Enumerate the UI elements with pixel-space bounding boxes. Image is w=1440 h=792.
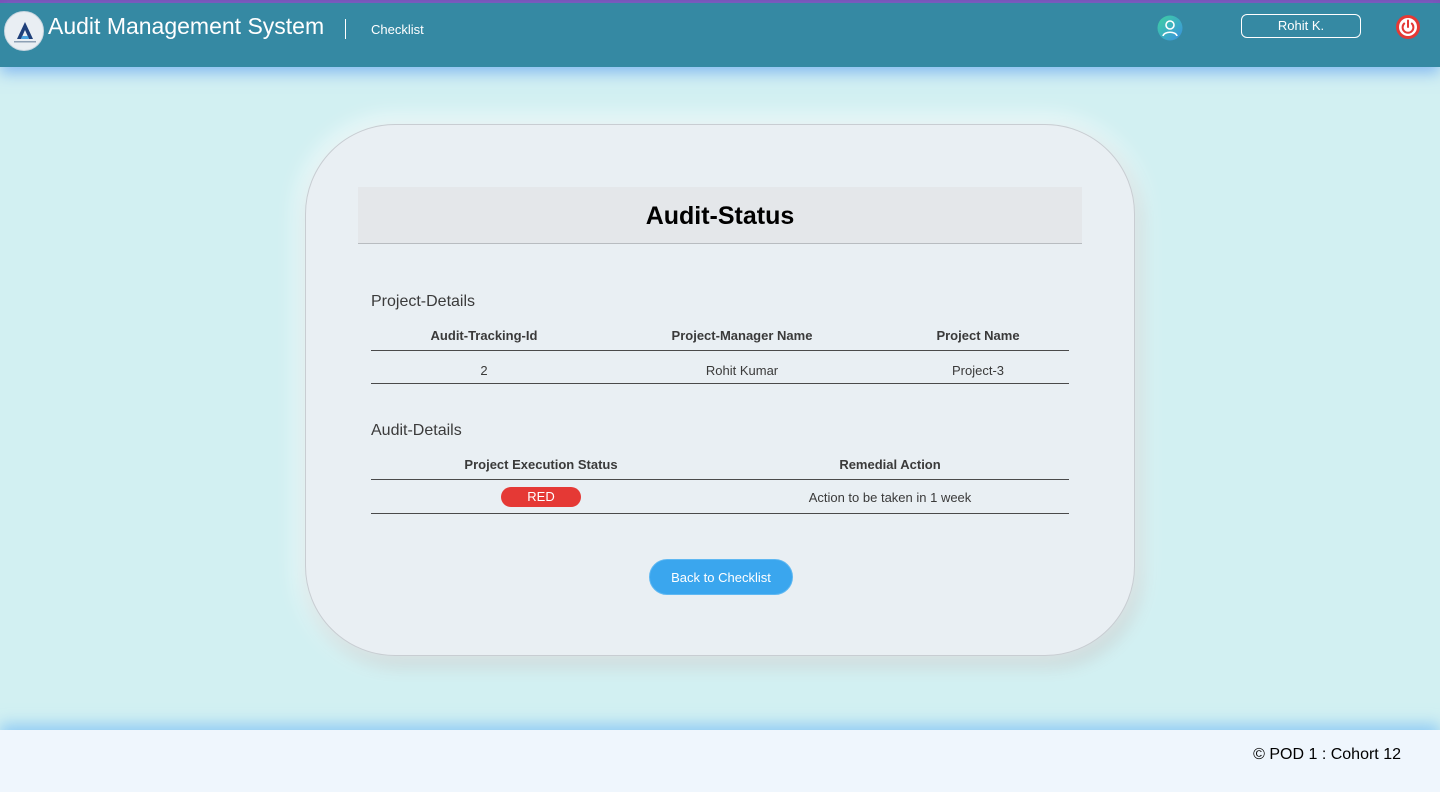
table-divider bbox=[371, 350, 1069, 351]
audit-details-heading: Audit-Details bbox=[371, 422, 462, 439]
column-header: Project-Manager Name bbox=[671, 328, 813, 343]
audit-status-card: Audit-Status Project-Details Audit-Track… bbox=[305, 124, 1135, 656]
power-icon[interactable] bbox=[1396, 15, 1420, 39]
back-to-checklist-button[interactable]: Back to Checklist bbox=[649, 559, 793, 595]
app-logo[interactable] bbox=[4, 11, 44, 51]
page-title: Audit-Status bbox=[645, 202, 795, 230]
project-name: Project-3 bbox=[951, 363, 1005, 378]
nav-link-checklist[interactable]: Checklist bbox=[371, 22, 424, 37]
table-divider bbox=[371, 383, 1069, 384]
status-cell: RED bbox=[371, 487, 711, 507]
nav-divider bbox=[345, 19, 346, 39]
column-header: Project Name bbox=[936, 328, 1020, 343]
column-header: Project Execution Status bbox=[464, 457, 618, 472]
project-details-heading: Project-Details bbox=[371, 293, 476, 310]
table-divider bbox=[371, 513, 1069, 514]
column-header: Audit-Tracking-Id bbox=[430, 328, 538, 343]
project-manager-name: Rohit Kumar bbox=[705, 363, 779, 378]
card-header: Audit-Status bbox=[358, 187, 1082, 244]
user-name-button[interactable]: Rohit K. bbox=[1241, 14, 1361, 38]
user-icon[interactable] bbox=[1157, 15, 1183, 41]
footer: © POD 1 : Cohort 12 bbox=[0, 730, 1440, 792]
logo-icon bbox=[14, 22, 36, 43]
audit-tracking-id: 2 bbox=[480, 363, 488, 378]
app-title: Audit Management System bbox=[48, 13, 325, 39]
table-divider bbox=[371, 479, 1069, 480]
navbar: Audit Management System Checklist Rohit … bbox=[0, 3, 1440, 67]
remedial-action: Action to be taken in 1 week bbox=[808, 490, 972, 505]
footer-copyright: © POD 1 : Cohort 12 bbox=[1253, 746, 1401, 763]
column-header: Remedial Action bbox=[839, 457, 941, 472]
status-badge: RED bbox=[501, 487, 581, 507]
